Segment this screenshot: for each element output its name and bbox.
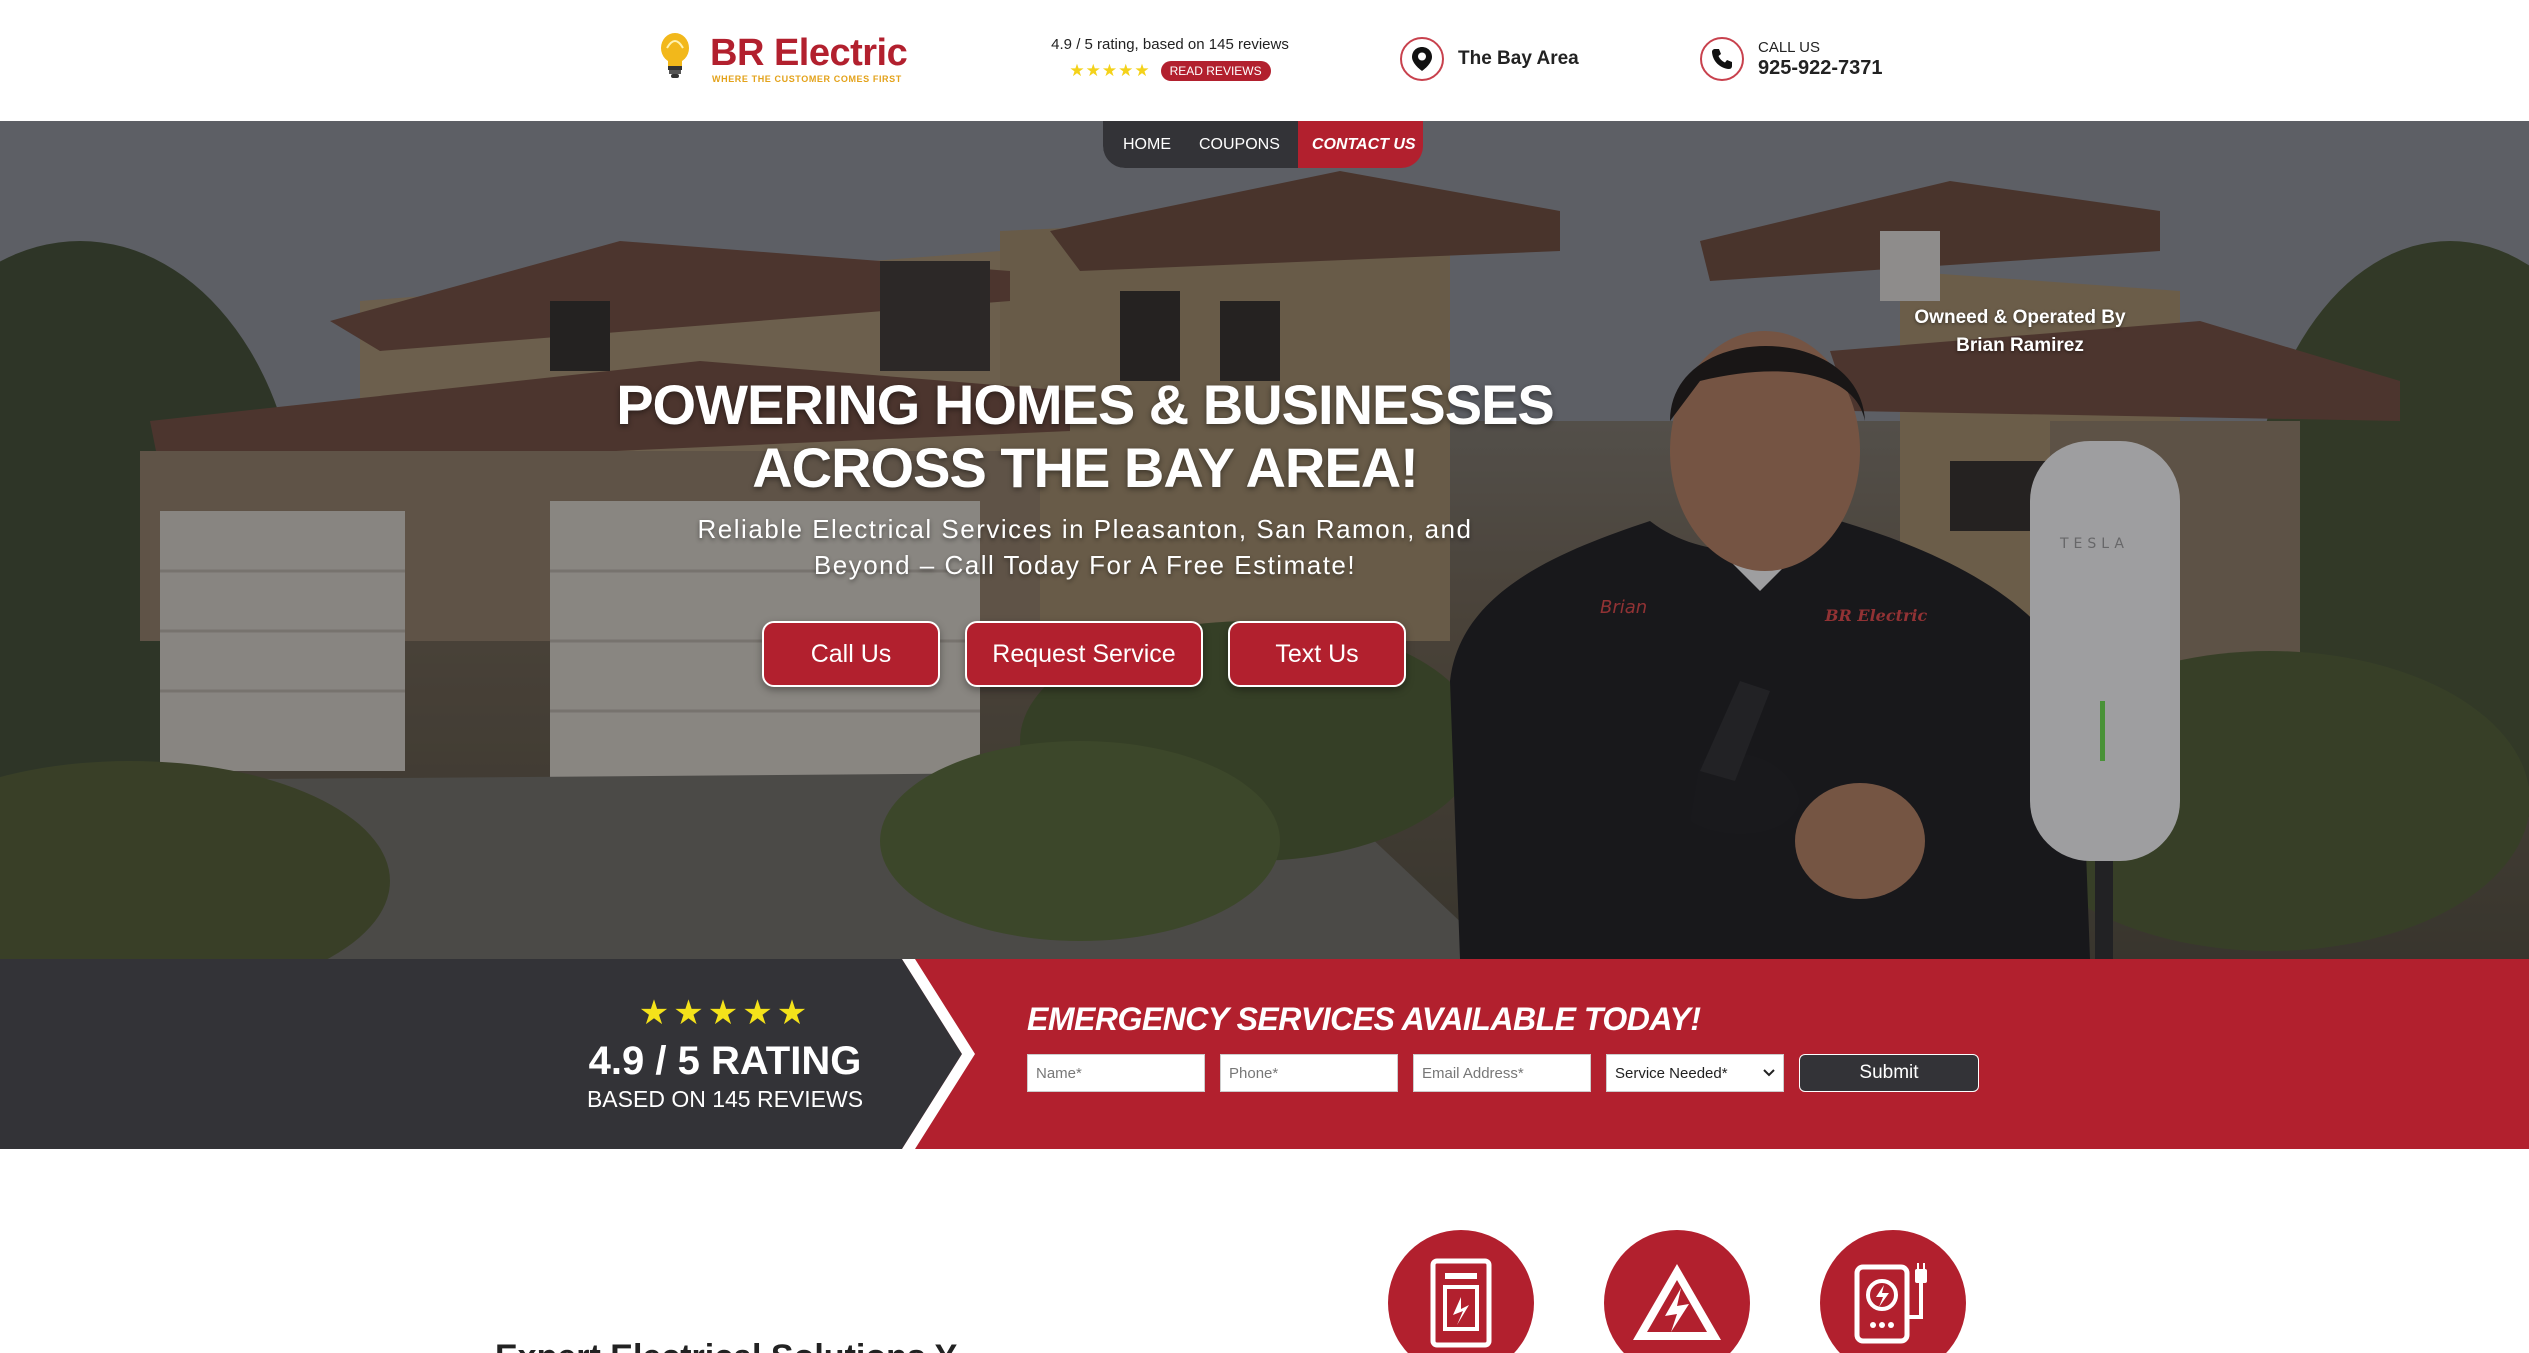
services-heading: Expert Electrical Solutions Y... bbox=[495, 1338, 982, 1353]
owner-caption: Owneed & Operated By Brian Ramirez bbox=[1914, 307, 2126, 356]
service-select-value: Service Needed* bbox=[1615, 1064, 1728, 1082]
header-rating-text: 4.9 / 5 rating, based on 145 reviews bbox=[1051, 36, 1289, 53]
emergency-form: EMERGENCY SERVICES AVAILABLE TODAY! Name… bbox=[1027, 1001, 2027, 1092]
map-pin-icon bbox=[1400, 37, 1444, 81]
band-rating-value: 4.9 / 5 RATING bbox=[588, 1039, 862, 1083]
emergency-band: ★★★★★ 4.9 / 5 RATING BASED ON 145 REVIEW… bbox=[0, 959, 2529, 1149]
service-select[interactable]: Service Needed* bbox=[1606, 1054, 1784, 1092]
brand-logo[interactable]: BR Electric WHERE THE CUSTOMER COMES FIR… bbox=[655, 30, 935, 86]
header-star-rating: ★★★★★ bbox=[1069, 61, 1151, 80]
hero-subtitle: Reliable Electrical Services in Pleasant… bbox=[697, 514, 1473, 580]
brand-name: BR Electric bbox=[710, 32, 908, 74]
band-rating: ★★★★★ 4.9 / 5 RATING BASED ON 145 REVIEW… bbox=[560, 995, 890, 1113]
call-us-button[interactable]: Call Us bbox=[762, 621, 940, 687]
header-location: The Bay Area bbox=[1400, 36, 1579, 82]
call-us-label: CALL US bbox=[1758, 38, 1820, 56]
phone-input[interactable]: Phone* bbox=[1220, 1054, 1398, 1092]
band-star-rating: ★★★★★ bbox=[638, 994, 812, 1032]
phone-number-link[interactable]: 925-922-7371 bbox=[1758, 56, 1883, 80]
read-reviews-button[interactable]: READ REVIEWS bbox=[1160, 61, 1271, 81]
nav-coupons[interactable]: COUPONS bbox=[1199, 136, 1280, 154]
submit-button[interactable]: Submit bbox=[1799, 1054, 1979, 1092]
high-voltage-icon[interactable] bbox=[1604, 1230, 1750, 1353]
main-nav: HOME COUPONS CONTACT US bbox=[1103, 121, 1423, 168]
hero-section: Brian BR Electric TESLA HOME COUPONS CON… bbox=[0, 121, 2529, 959]
form-title: EMERGENCY SERVICES AVAILABLE TODAY! bbox=[1027, 1001, 1701, 1037]
phone-icon bbox=[1700, 37, 1744, 81]
ev-charger-icon[interactable] bbox=[1820, 1230, 1966, 1353]
electrical-panel-icon[interactable] bbox=[1388, 1230, 1534, 1353]
location-label: The Bay Area bbox=[1458, 48, 1579, 69]
hero-title: POWERING HOMES & BUSINESSES ACROSS THE B… bbox=[616, 373, 1555, 499]
request-service-button[interactable]: Request Service bbox=[965, 621, 1203, 687]
band-review-count: BASED ON 145 REVIEWS bbox=[586, 1086, 864, 1112]
brand-tagline: WHERE THE CUSTOMER COMES FIRST bbox=[712, 74, 902, 84]
text-us-button[interactable]: Text Us bbox=[1228, 621, 1406, 687]
hero-buttons: Call Us Request Service Text Us bbox=[762, 621, 1406, 687]
site-header: BR Electric WHERE THE CUSTOMER COMES FIR… bbox=[0, 0, 2529, 121]
email-input[interactable]: Email Address* bbox=[1413, 1054, 1591, 1092]
header-call[interactable]: CALL US 925-922-7371 bbox=[1700, 36, 1883, 82]
name-input[interactable]: Name* bbox=[1027, 1054, 1205, 1092]
nav-contact-us[interactable]: CONTACT US bbox=[1297, 121, 1423, 168]
header-rating: 4.9 / 5 rating, based on 145 reviews ★★★… bbox=[1040, 36, 1300, 81]
bulb-icon bbox=[661, 33, 689, 78]
nav-home[interactable]: HOME bbox=[1123, 136, 1171, 154]
chevron-down-icon bbox=[1763, 1069, 1775, 1077]
